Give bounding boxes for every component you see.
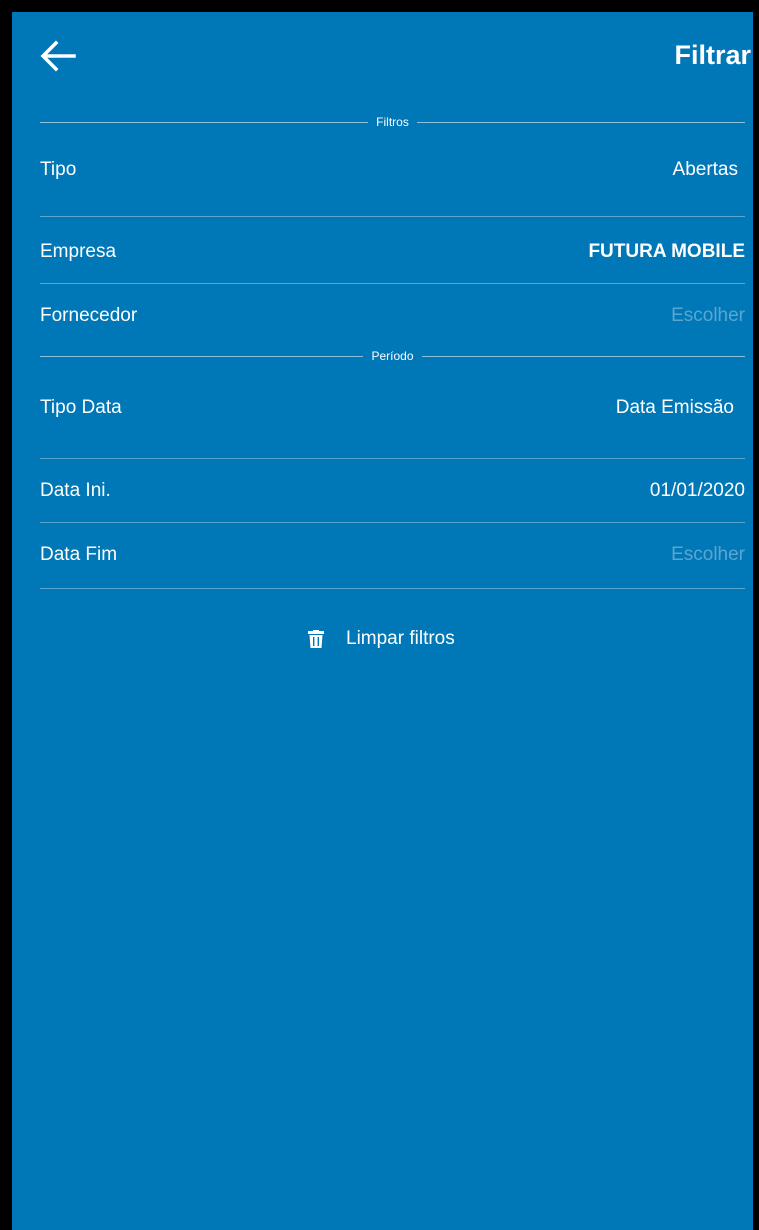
divider-line <box>40 121 369 123</box>
tipo-label: Tipo <box>40 159 77 180</box>
row-divider <box>40 216 745 217</box>
tipo-value: Abertas <box>672 159 738 180</box>
empresa-label: Empresa <box>40 241 117 262</box>
data-fim-value: Escolher <box>671 544 745 565</box>
arrow-left-icon <box>36 34 80 78</box>
periodo-section-title: Período <box>371 349 414 363</box>
fornecedor-label: Fornecedor <box>40 305 138 326</box>
filter-screen: Filtrar Filtros Tipo Abertas Empresa FUT… <box>12 12 753 1230</box>
divider-line <box>416 121 746 123</box>
clear-filters-button[interactable]: Limpar filtros <box>308 628 455 650</box>
periodo-section-header: Período <box>40 346 745 366</box>
clear-filters-label: Limpar filtros <box>346 628 455 649</box>
divider-line <box>421 355 745 357</box>
data-ini-value: 01/01/2020 <box>649 480 745 501</box>
row-divider <box>40 458 745 459</box>
apply-filter-button[interactable]: Filtrar <box>674 40 751 71</box>
filter-row-tipo[interactable]: Tipo Abertas <box>40 156 745 196</box>
empresa-value: FUTURA MOBILE <box>588 241 745 262</box>
row-divider <box>40 588 745 589</box>
data-ini-label: Data Ini. <box>40 480 111 501</box>
trash-icon <box>308 630 324 648</box>
filter-row-tipo-data[interactable]: Tipo Data Data Emissão <box>40 394 745 434</box>
data-fim-label: Data Fim <box>40 544 118 565</box>
fornecedor-value: Escolher <box>671 305 745 326</box>
device-frame: Filtrar Filtros Tipo Abertas Empresa FUT… <box>0 0 759 1230</box>
filter-row-data-ini[interactable]: Data Ini. 01/01/2020 <box>40 477 745 517</box>
filtros-section-header: Filtros <box>40 112 746 132</box>
filter-row-data-fim[interactable]: Data Fim Escolher <box>40 541 745 581</box>
back-button[interactable] <box>36 34 80 78</box>
filtros-section-title: Filtros <box>376 115 409 129</box>
divider-line <box>40 355 364 357</box>
filter-row-empresa[interactable]: Empresa FUTURA MOBILE <box>40 238 745 278</box>
row-divider <box>40 522 745 523</box>
tipo-data-value: Data Emissão <box>615 397 734 418</box>
row-divider <box>40 283 745 284</box>
tipo-data-label: Tipo Data <box>40 397 122 418</box>
filter-row-fornecedor[interactable]: Fornecedor Escolher <box>40 302 745 342</box>
